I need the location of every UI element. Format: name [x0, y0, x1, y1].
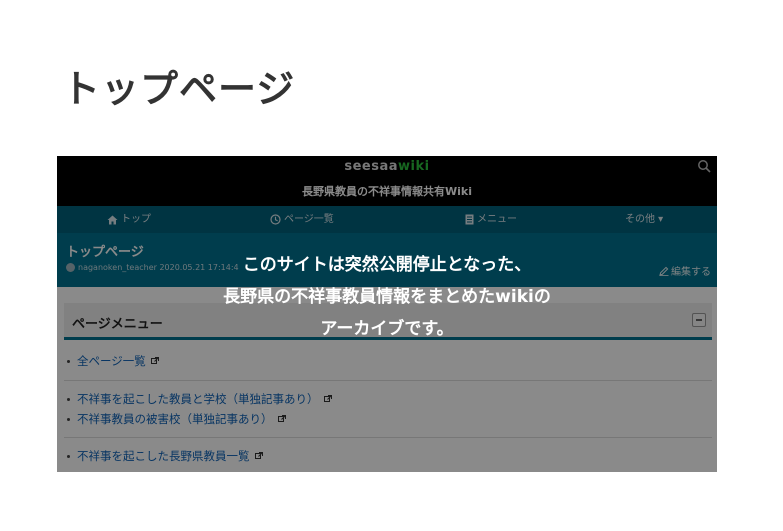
archive-notice: このサイトは突然公開停止となった、 長野県の不祥事教員情報をまとめたwikiの … [57, 249, 717, 345]
page-title: トップページ [62, 67, 296, 111]
notice-line-2: 長野県の不祥事教員情報をまとめたwikiの [223, 287, 551, 307]
notice-line-3: アーカイブです。 [320, 319, 454, 339]
archive-notice-overlay: このサイトは突然公開停止となった、 長野県の不祥事教員情報をまとめたwikiの … [57, 156, 717, 472]
archived-wiki-screenshot: seesaawiki 長野県教員の不祥事情報共有Wiki トップ ページ一覧 メ… [57, 156, 717, 472]
notice-line-1: このサイトは突然公開停止となった、 [242, 255, 532, 275]
